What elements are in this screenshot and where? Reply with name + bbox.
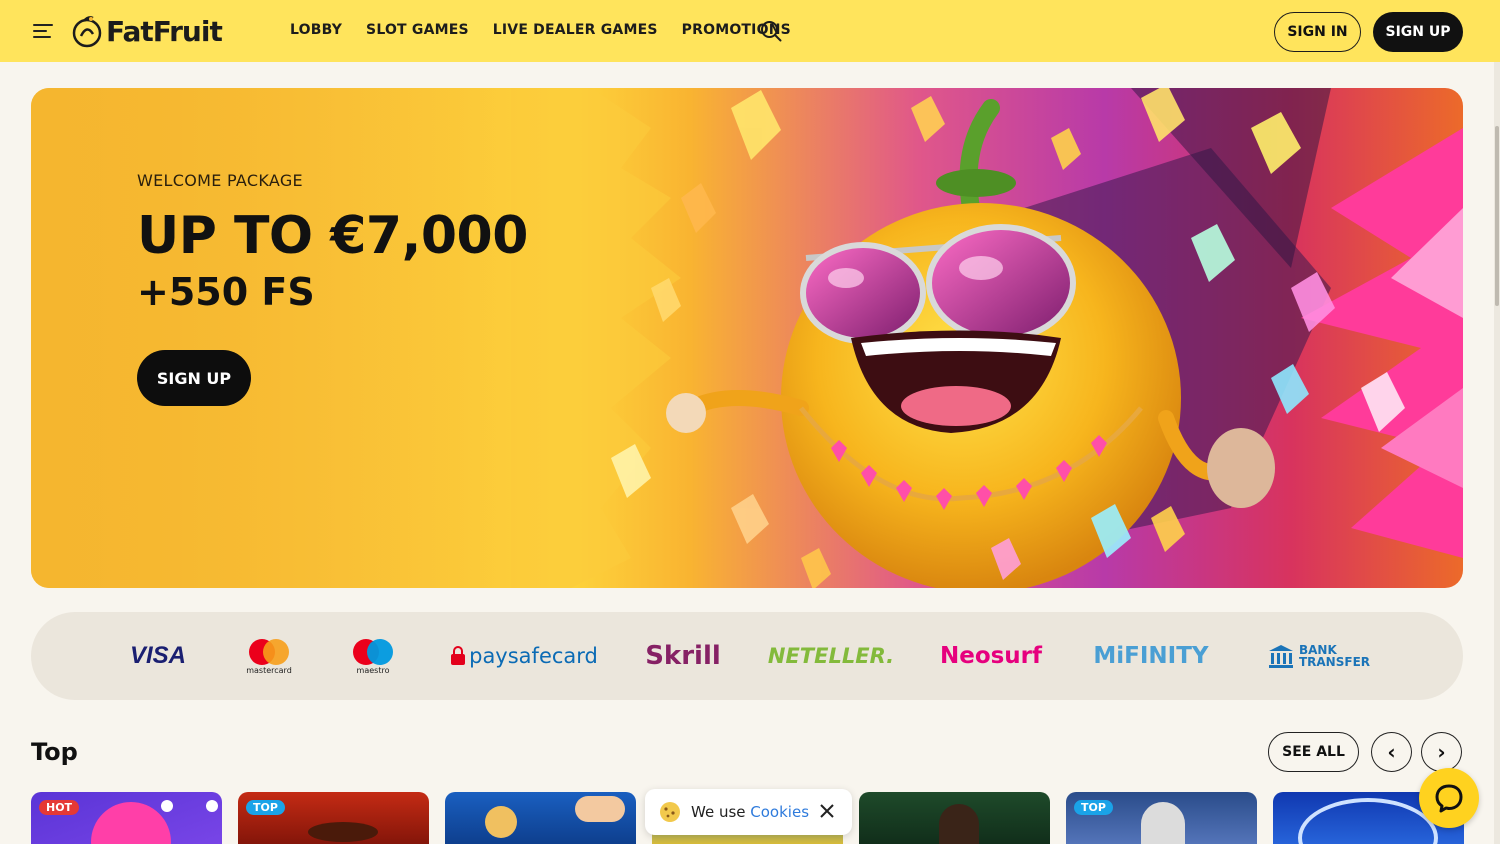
hot-badge: HOT	[39, 800, 80, 815]
scrollbar-thumb[interactable]	[1495, 126, 1499, 306]
logo-text: FatFruit	[106, 14, 223, 48]
cookie-icon	[660, 802, 680, 822]
cookie-text: We use Cookies	[691, 803, 809, 821]
fruit-logo-icon	[72, 16, 102, 48]
nav-lobby[interactable]: LOBBY	[290, 22, 342, 38]
hero-illustration	[31, 88, 1463, 588]
game-thumbnail-art	[1141, 802, 1185, 844]
section-title-top: Top	[31, 738, 78, 766]
cookie-notice: We use Cookies	[645, 789, 852, 835]
mastercard-icon	[249, 638, 289, 665]
nav-slot-games[interactable]: SLOT GAMES	[366, 22, 469, 38]
chevron-right-icon: ›	[1437, 740, 1446, 764]
carousel-next-button[interactable]: ›	[1421, 732, 1462, 772]
game-card[interactable]	[445, 792, 636, 844]
hero-subtitle: +550 FS	[137, 270, 315, 314]
mastercard-logo-text: mastercard	[246, 665, 292, 675]
skrill-logo-text: Skrill	[645, 641, 721, 671]
visa-logo-text: VISA	[129, 642, 186, 669]
mifinity-logo-text: MiFINITY	[1093, 643, 1209, 669]
bank-icon	[1268, 645, 1293, 668]
main-nav: LOBBY SLOT GAMES LIVE DEALER GAMES PROMO…	[290, 22, 791, 38]
menu-icon[interactable]	[33, 24, 53, 38]
close-icon[interactable]	[818, 802, 836, 820]
cookie-link[interactable]: Cookies	[750, 803, 809, 821]
search-icon[interactable]	[760, 20, 782, 42]
mastercard-logo: mastercard	[241, 612, 297, 700]
game-thumbnail-cloud	[575, 796, 625, 822]
visa-logo: VISA	[123, 612, 193, 700]
payment-methods-bar: VISA mastercard maestro paysafecard Skri…	[31, 612, 1463, 700]
logo[interactable]: FatFruit	[70, 14, 223, 48]
scrollbar[interactable]	[1494, 62, 1500, 844]
game-card[interactable]	[859, 792, 1050, 844]
hero-title: UP TO €7,000	[137, 206, 528, 266]
top-badge: TOP	[1074, 800, 1113, 815]
carousel-prev-button[interactable]: ‹	[1371, 732, 1412, 772]
neosurf-logo: Neosurf	[939, 612, 1043, 700]
sign-up-button[interactable]: SIGN UP	[1373, 12, 1463, 52]
neosurf-logo-text: Neosurf	[939, 643, 1043, 669]
hero-eyebrow: WELCOME PACKAGE	[137, 171, 303, 190]
game-card[interactable]: TOP	[238, 792, 429, 844]
chevron-left-icon: ‹	[1387, 740, 1396, 764]
game-thumbnail-dot	[161, 800, 173, 812]
game-thumbnail-art	[91, 802, 171, 844]
neteller-logo: NETELLER.	[767, 612, 895, 700]
bank-transfer-line2: TRANSFER	[1298, 655, 1371, 669]
skrill-logo: Skrill	[645, 612, 721, 700]
cookie-text-label: We use	[691, 803, 746, 821]
neteller-logo-text: NETELLER.	[767, 644, 895, 668]
bank-transfer-logo: BANK TRANSFER	[1261, 612, 1376, 700]
top-badge: TOP	[246, 800, 285, 815]
paysafecard-logo-text: paysafecard	[469, 644, 598, 668]
maestro-logo-text: maestro	[356, 665, 390, 675]
sign-in-button[interactable]: SIGN IN	[1274, 12, 1361, 52]
paysafecard-logo: paysafecard	[449, 612, 599, 700]
chat-icon	[1435, 784, 1463, 813]
live-chat-button[interactable]	[1419, 768, 1479, 828]
nav-live-dealer-games[interactable]: LIVE DEALER GAMES	[493, 22, 658, 38]
game-card[interactable]: TOP	[1066, 792, 1257, 844]
bank-transfer-text: BANK TRANSFER	[1299, 644, 1370, 668]
game-thumbnail-art	[308, 822, 378, 842]
hero-sign-up-button[interactable]: SIGN UP	[137, 350, 251, 406]
maestro-logo: maestro	[345, 612, 401, 700]
game-thumbnail-art	[1298, 798, 1438, 844]
hero-banner: WELCOME PACKAGE UP TO €7,000 +550 FS SIG…	[31, 88, 1463, 588]
site-header: FatFruit LOBBY SLOT GAMES LIVE DEALER GA…	[0, 0, 1500, 62]
game-card[interactable]: HOT	[31, 792, 222, 844]
game-thumbnail-dot	[206, 800, 218, 812]
game-thumbnail-art	[939, 804, 979, 844]
game-thumbnail-moon	[485, 806, 517, 838]
see-all-button[interactable]: SEE ALL	[1268, 732, 1359, 772]
mifinity-logo: MiFINITY	[1091, 612, 1211, 700]
padlock-icon	[451, 646, 466, 665]
maestro-icon	[353, 638, 393, 665]
